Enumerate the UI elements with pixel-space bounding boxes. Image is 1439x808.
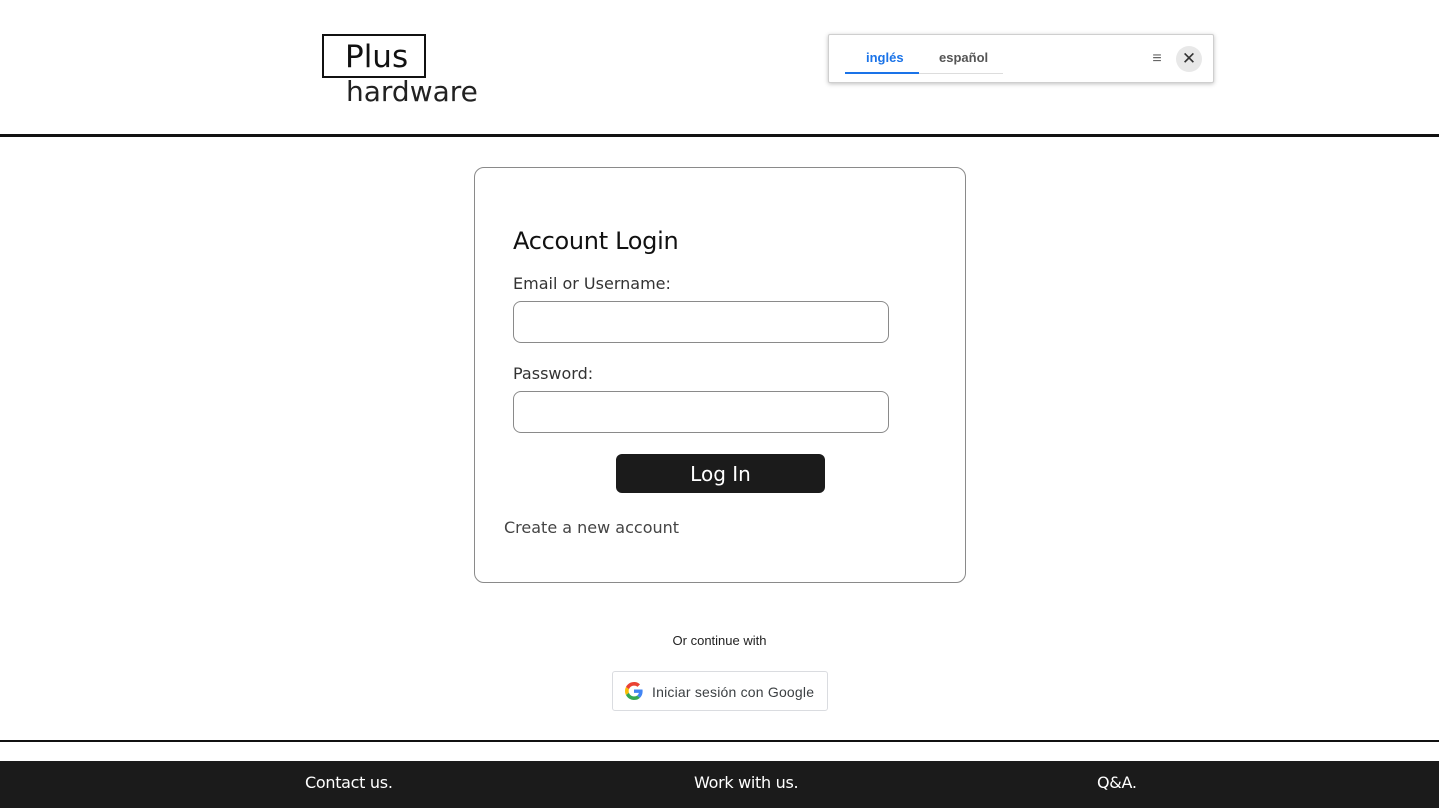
footer-work-link[interactable]: Work with us.: [694, 773, 799, 793]
footer: Contact us. Work with us. Q&A.: [0, 761, 1439, 808]
header-divider: [0, 134, 1439, 137]
tab-espanol[interactable]: español: [939, 49, 988, 67]
google-g-icon: [625, 682, 643, 700]
password-field[interactable]: [513, 391, 889, 433]
tab-active-indicator: [845, 72, 919, 74]
logo-plus: Plus: [345, 39, 409, 75]
login-button[interactable]: Log In: [616, 454, 825, 493]
email-label: Email or Username:: [513, 274, 671, 293]
tab-ingles[interactable]: inglés: [866, 49, 904, 67]
page-title: Account Login: [513, 227, 679, 255]
password-label: Password:: [513, 364, 594, 383]
footer-qa-link[interactable]: Q&A.: [1097, 773, 1137, 793]
menu-icon[interactable]: ≡: [1149, 49, 1165, 69]
google-signin-label: Iniciar sesión con Google: [652, 684, 815, 700]
logo-hardware: hardware: [346, 75, 478, 108]
footer-divider: [0, 740, 1439, 742]
create-account-link[interactable]: Create a new account: [504, 518, 679, 538]
close-icon[interactable]: ✕: [1176, 46, 1202, 72]
translate-bar: inglés español ≡ ✕: [828, 34, 1214, 83]
footer-contact-link[interactable]: Contact us.: [305, 773, 393, 793]
email-field[interactable]: [513, 301, 889, 343]
login-card: Account Login Email or Username: Passwor…: [474, 167, 966, 583]
continue-with-text: Or continue with: [672, 633, 767, 648]
google-signin-button[interactable]: Iniciar sesión con Google: [612, 671, 828, 711]
